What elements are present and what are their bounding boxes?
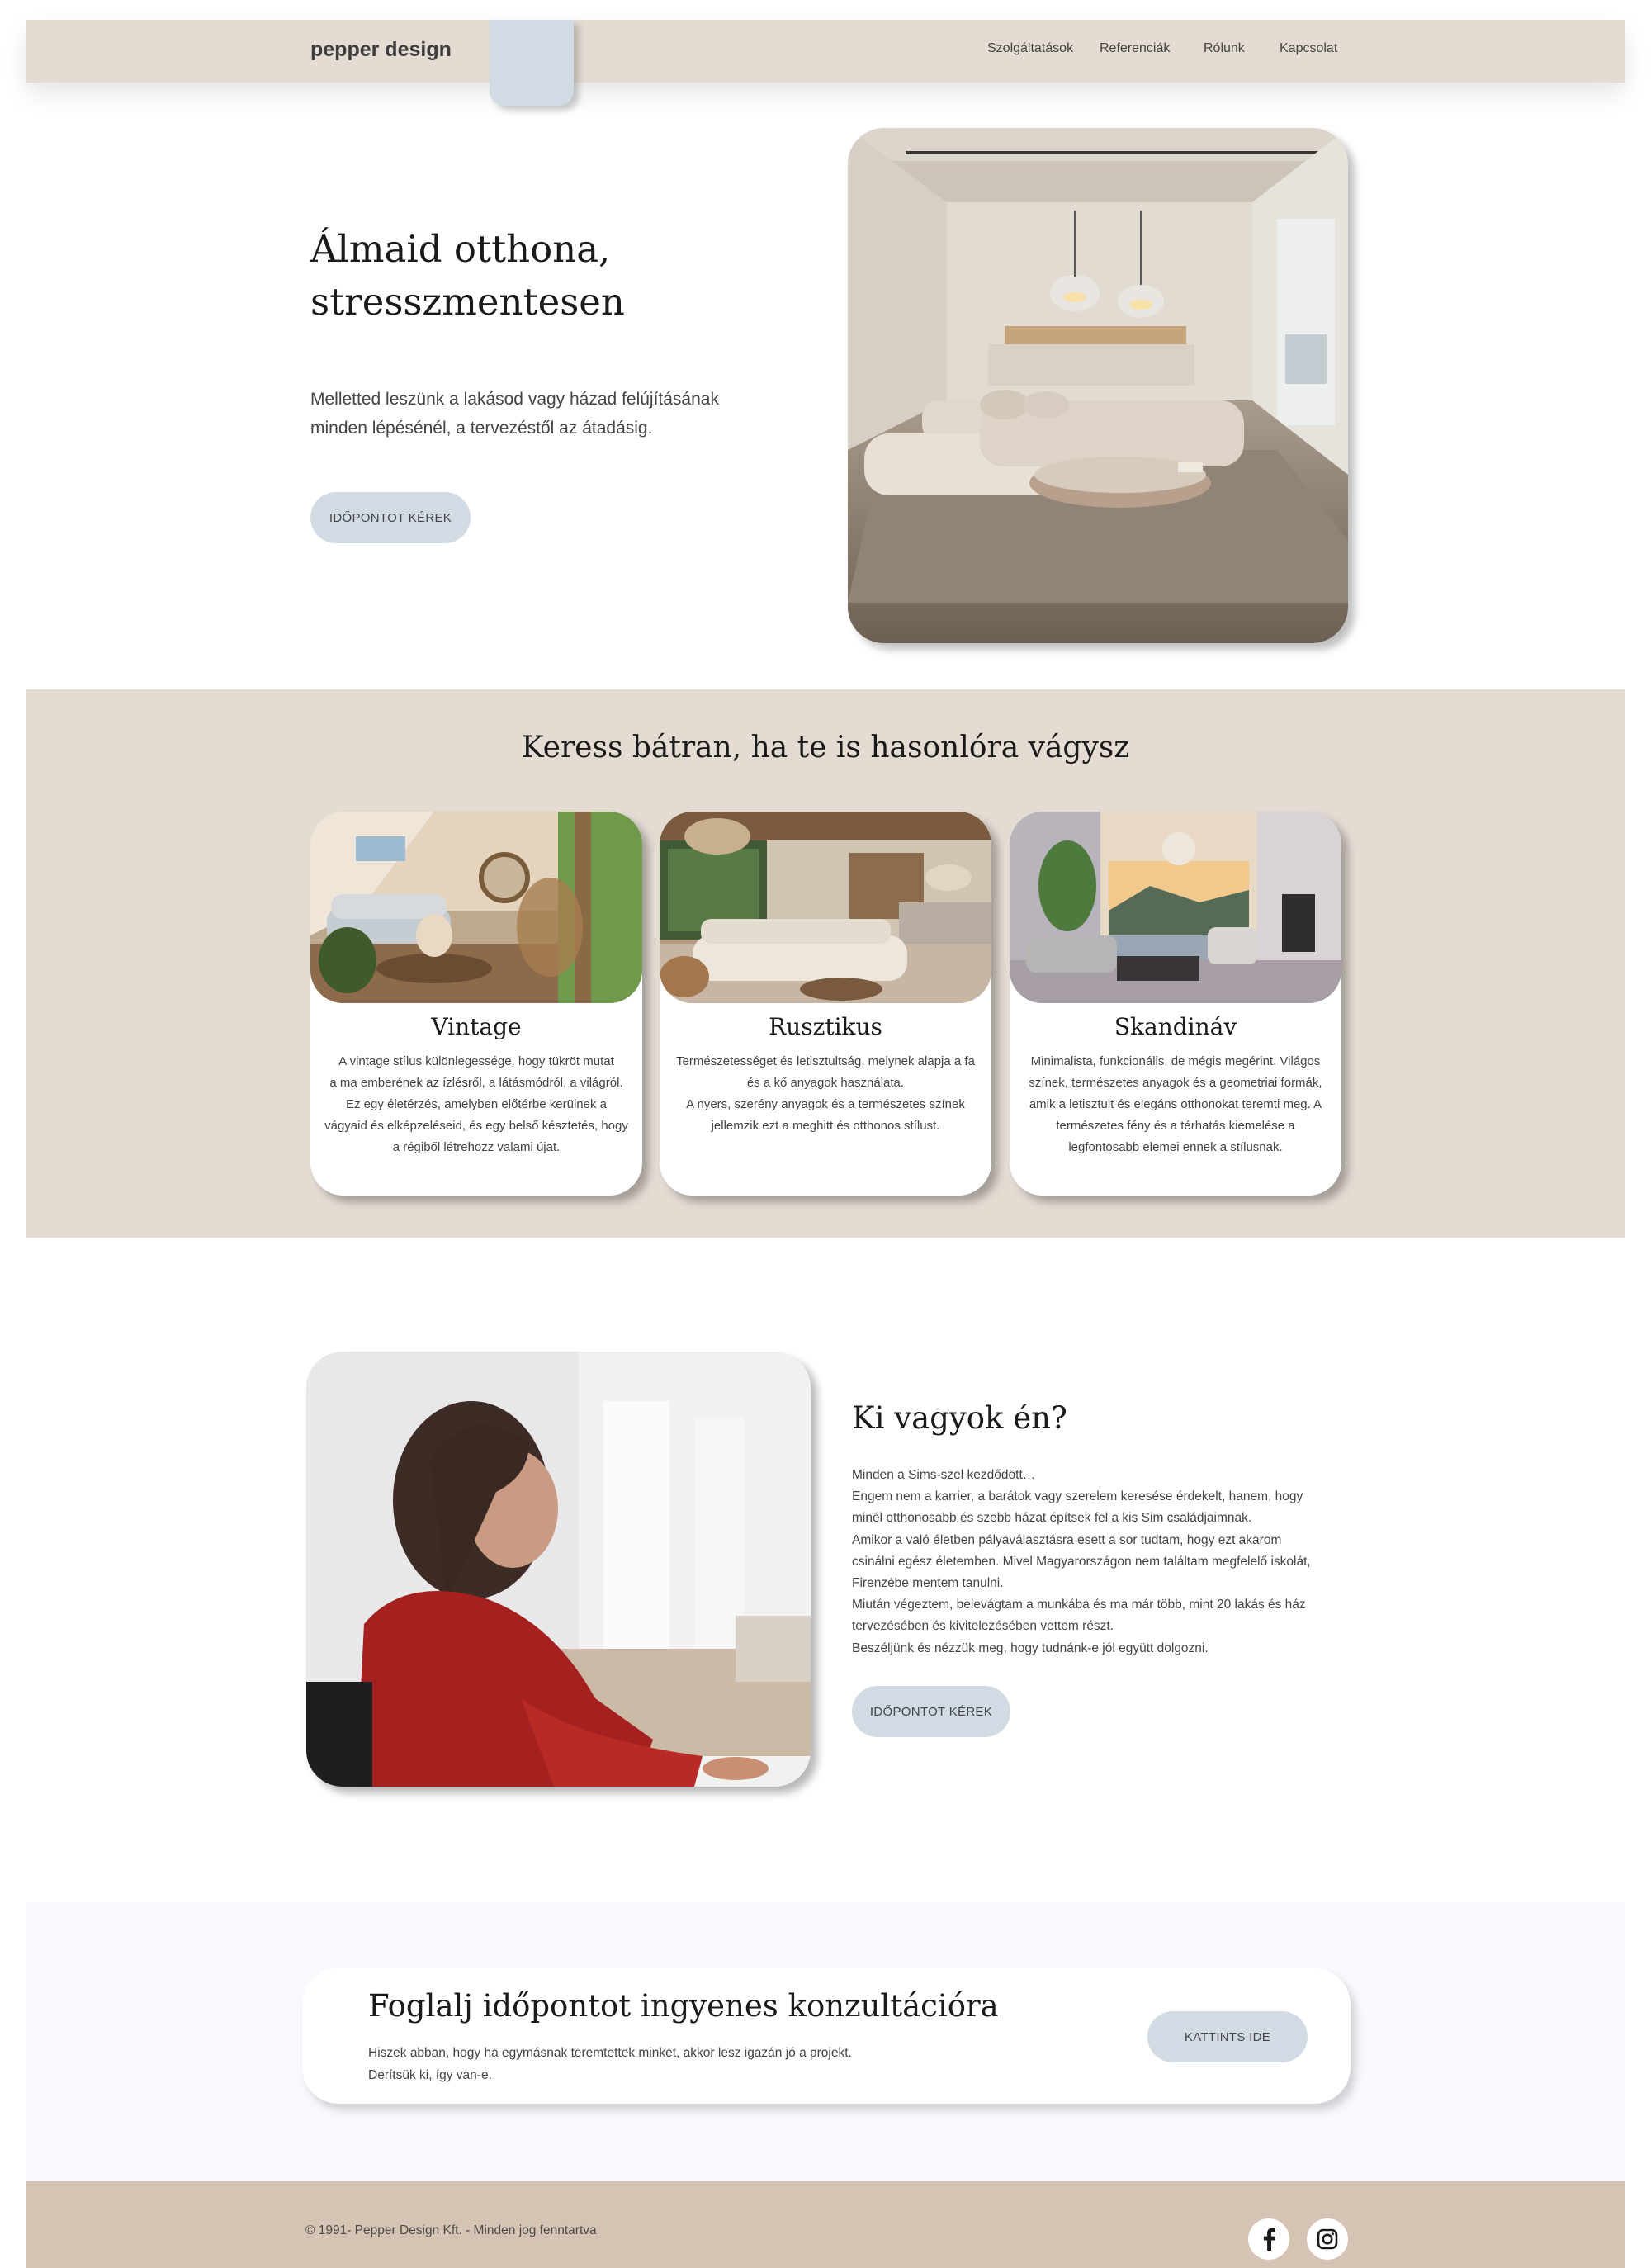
style-card-scandinavian[interactable]: Skandináv Minimalista, funkcionális, de … (1010, 812, 1341, 1196)
site-footer: © 1991- Pepper Design Kft. - Minden jog … (26, 2181, 1625, 2268)
about-text: Minden a Sims-szel kezdődött… Engem nem … (852, 1465, 1347, 1660)
logo-tab-decoration (490, 20, 574, 106)
rustic-room-image (660, 812, 991, 1003)
description-line: természetes fény és a térhatás kiemelése… (1056, 1119, 1295, 1133)
description-line: A nyers, szerény anyagok és a természete… (686, 1097, 965, 1111)
cta-text: Hiszek abban, hogy ha egymásnak teremtet… (368, 2043, 946, 2086)
description-line: vágyaid és elképzeléseid, és egy belső k… (324, 1119, 628, 1133)
about-paragraph: Firenzébe mentem tanulni. (852, 1576, 1004, 1591)
description-line: jellemzik ezt a meghitt és otthonos stíl… (711, 1119, 940, 1133)
instagram-icon[interactable] (1307, 2218, 1348, 2260)
site-header: pepper design Szolgáltatások Referenciák… (26, 20, 1625, 106)
cta-text-line: Derítsük ki, így van-e. (368, 2067, 492, 2082)
style-card-description: Minimalista, funkcionális, de mégis megé… (1015, 1051, 1336, 1158)
styles-section: Keress bátran, ha te is hasonlóra vágysz… (26, 689, 1625, 1238)
designer-portrait-image (306, 1352, 811, 1787)
style-card-name: Rusztikus (769, 1013, 882, 1040)
cta-section: Foglalj időpontot ingyenes konzultációra… (26, 1902, 1625, 2181)
hero-appointment-button[interactable]: IDŐPONTOT KÉREK (310, 492, 471, 543)
style-card-description: Természetességet és letisztultság, melyn… (665, 1051, 986, 1137)
description-line: Természetességet és letisztultság, melyn… (676, 1054, 975, 1068)
cta-card: Foglalj időpontot ingyenes konzultációra… (302, 1968, 1351, 2104)
description-line: Minimalista, funkcionális, de mégis megé… (1030, 1054, 1321, 1068)
about-paragraph: tervezésében és kivitelezésében vettem r… (852, 1619, 1114, 1634)
nav-references[interactable]: Referenciák (1100, 41, 1170, 56)
about-appointment-button[interactable]: IDŐPONTOT KÉREK (852, 1686, 1010, 1737)
style-card-vintage[interactable]: Vintage A vintage stílus különlegessége,… (310, 812, 642, 1196)
description-line: legfontosabb elemei ennek a stílusnak. (1068, 1140, 1283, 1154)
description-line: amik a letisztult és elegáns otthonokat … (1029, 1097, 1322, 1111)
hero-title-line1: Álmaid otthona, (310, 227, 611, 271)
about-title: Ki vagyok én? (852, 1400, 1067, 1436)
style-card-name: Skandináv (1114, 1013, 1237, 1040)
logo[interactable]: pepper design (310, 38, 452, 62)
description-line: a ma emberének az ízlésről, a látásmódró… (329, 1076, 623, 1090)
footer-copyright: © 1991- Pepper Design Kft. - Minden jog … (305, 2223, 597, 2237)
style-card-rustic[interactable]: Rusztikus Természetességet és letisztult… (660, 812, 991, 1196)
scandinavian-room-image (1010, 812, 1341, 1003)
about-paragraph: minél otthonosabb és szebb házat építsek… (852, 1511, 1252, 1526)
hero-title-line2: stresszmentesen (310, 280, 625, 324)
hero-text-line1: Melletted leszünk a lakásod vagy házad f… (310, 390, 719, 409)
nav-services[interactable]: Szolgáltatások (987, 41, 1073, 56)
style-card-description: A vintage stílus különlegessége, hogy tü… (315, 1051, 637, 1158)
hero-text: Melletted leszünk a lakásod vagy házad f… (310, 385, 773, 443)
about-paragraph: csinálni egész életemben. Mivel Magyaror… (852, 1554, 1311, 1569)
description-line: Ez egy életérzés, amelyben előtérbe kerü… (345, 1097, 607, 1111)
nav-about[interactable]: Rólunk (1204, 41, 1245, 56)
facebook-icon[interactable] (1248, 2218, 1289, 2260)
description-line: a régiből létrehozz valami újat. (392, 1140, 561, 1154)
cta-text-line: Hiszek abban, hogy ha egymásnak teremtet… (368, 2046, 852, 2060)
about-paragraph: Minden a Sims-szel kezdődött… (852, 1468, 1036, 1482)
nav-contact[interactable]: Kapcsolat (1280, 41, 1337, 56)
about-paragraph: Miután végeztem, belevágtam a munkába és… (852, 1598, 1306, 1612)
cta-click-here-button[interactable]: KATTINTS IDE (1147, 2011, 1308, 2062)
description-line: színek, természetes anyagok és a geometr… (1029, 1076, 1322, 1090)
styles-title: Keress bátran, ha te is hasonlóra vágysz (521, 731, 1130, 765)
about-paragraph: Engem nem a karrier, a barátok vagy szer… (852, 1489, 1303, 1504)
description-line: A vintage stílus különlegessége, hogy tü… (338, 1054, 614, 1068)
hero-living-room-image (848, 128, 1348, 643)
style-card-name: Vintage (431, 1013, 522, 1040)
vintage-room-image (310, 812, 642, 1003)
hero-text-line2: minden lépésénél, a tervezéstől az átadá… (310, 419, 653, 438)
about-paragraph: Beszéljünk és nézzük meg, hogy tudnánk-e… (852, 1641, 1209, 1655)
description-line: és a kő anyagok használata. (746, 1076, 905, 1090)
about-paragraph: Amikor a való életben pályaválasztásra e… (852, 1532, 1282, 1547)
cta-title: Foglalj időpontot ingyenes konzultációra (368, 1988, 999, 2024)
hero-title: Álmaid otthona, stresszmentesen (310, 223, 773, 329)
